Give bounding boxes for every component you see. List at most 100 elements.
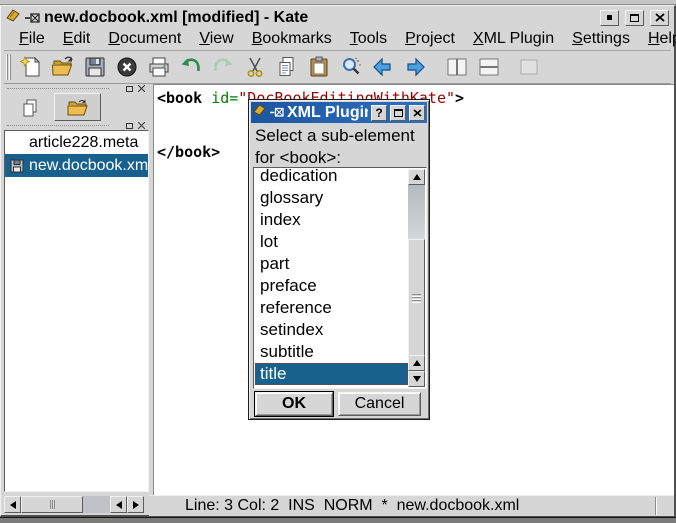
dock-close-button[interactable] xyxy=(137,121,146,130)
menu-item-document[interactable]: Document xyxy=(99,28,190,50)
dialog-titlebar[interactable]: XML Plugin ? xyxy=(251,102,427,123)
new-document-button[interactable] xyxy=(16,53,46,81)
element-list-item[interactable]: title xyxy=(255,363,408,385)
menu-item-edit[interactable]: Edit xyxy=(54,28,100,50)
sidebar: article228.metanew.docbook.xml xyxy=(4,84,149,514)
status-resize-seam[interactable] xyxy=(655,497,657,515)
code-token: > xyxy=(455,89,464,107)
close-button[interactable] xyxy=(650,10,669,26)
dock-header-top[interactable] xyxy=(4,84,149,93)
element-list-item[interactable]: subtitle xyxy=(255,341,408,363)
file-list-item[interactable]: new.docbook.xml xyxy=(5,154,148,177)
open-file-button[interactable] xyxy=(48,53,78,81)
maximize-icon xyxy=(630,14,639,22)
arrow-up-icon xyxy=(413,360,421,366)
toolbar xyxy=(4,51,671,84)
split-vertical-button[interactable] xyxy=(442,53,472,81)
kate-app-icon xyxy=(6,8,21,28)
close-split-button[interactable] xyxy=(514,53,544,81)
element-list-item[interactable]: dedication xyxy=(255,169,408,187)
menu-item-project[interactable]: Project xyxy=(396,28,464,50)
file-list-item[interactable]: article228.meta xyxy=(5,131,148,154)
arrow-up-icon xyxy=(413,174,421,180)
maximize-button[interactable] xyxy=(625,10,644,26)
sidebar-tab-documents[interactable] xyxy=(8,95,52,121)
sidebar-tab-filesystem[interactable] xyxy=(54,93,101,121)
scrollbar-thumb[interactable] xyxy=(408,239,425,356)
undo-icon xyxy=(179,55,203,79)
copy-icon xyxy=(275,55,299,79)
scrollbar-thumb[interactable] xyxy=(21,496,83,513)
scrollbar-track[interactable] xyxy=(83,496,110,513)
back-button[interactable] xyxy=(368,53,398,81)
scroll-left-button-2[interactable] xyxy=(110,496,127,513)
menu-item-xml-plugin[interactable]: XML Plugin xyxy=(464,28,563,50)
element-list-item[interactable]: reference xyxy=(255,297,408,319)
close-document-button[interactable] xyxy=(112,53,142,81)
cut-button[interactable] xyxy=(240,53,270,81)
cut-icon xyxy=(243,55,267,79)
redo-button[interactable] xyxy=(208,53,238,81)
element-list-item[interactable]: preface xyxy=(255,275,408,297)
dialog-maximize-button[interactable] xyxy=(390,105,406,121)
dock-header-list[interactable] xyxy=(4,121,149,130)
dock-handle[interactable] xyxy=(7,125,109,126)
code-token: id= xyxy=(211,89,238,107)
print-button[interactable] xyxy=(144,53,174,81)
scroll-up-button[interactable] xyxy=(408,169,425,185)
forward-icon xyxy=(403,55,427,79)
menu-item-view[interactable]: View xyxy=(190,28,242,50)
cancel-button[interactable]: Cancel xyxy=(338,392,421,416)
menu-item-file[interactable]: File xyxy=(10,28,54,50)
split-horizontal-button[interactable] xyxy=(474,53,504,81)
sidebar-horizontal-scrollbar[interactable] xyxy=(4,496,149,513)
list-vertical-scrollbar[interactable] xyxy=(408,169,425,387)
file-list[interactable]: article228.metanew.docbook.xml xyxy=(4,130,149,492)
dock-close-button[interactable] xyxy=(137,84,146,93)
undo-button[interactable] xyxy=(176,53,206,81)
pin-icon[interactable] xyxy=(270,107,284,118)
close-icon xyxy=(138,85,145,92)
paste-button[interactable] xyxy=(304,53,334,81)
dock-float-button[interactable] xyxy=(125,84,134,93)
xml-plugin-dialog: XML Plugin ? Select a sub-element for <b… xyxy=(248,99,430,420)
scroll-down-button[interactable] xyxy=(408,371,425,387)
window-title: new.docbook.xml [modified] - Kate xyxy=(44,9,594,27)
menu-item-tools[interactable]: Tools xyxy=(341,28,396,50)
scroll-up-button-2[interactable] xyxy=(408,355,425,371)
ok-button[interactable]: OK xyxy=(255,392,333,416)
close-icon xyxy=(138,122,145,129)
scroll-right-button[interactable] xyxy=(127,496,144,513)
arrow-right-icon xyxy=(133,501,139,509)
save-button[interactable] xyxy=(80,53,110,81)
arrow-left-icon xyxy=(116,501,122,509)
find-icon xyxy=(339,55,363,79)
modified-floppy-icon xyxy=(10,159,24,173)
minimize-button[interactable] xyxy=(600,10,619,26)
status-text: Line: 3 Col: 2 INS NORM * new.docbook.xm… xyxy=(149,497,519,515)
forward-button[interactable] xyxy=(400,53,430,81)
menu-item-bookmarks[interactable]: Bookmarks xyxy=(243,28,341,50)
element-list-item[interactable]: lot xyxy=(255,231,408,253)
copy-button[interactable] xyxy=(272,53,302,81)
element-list-item[interactable]: index xyxy=(255,209,408,231)
menu-item-help[interactable]: Help xyxy=(639,28,676,50)
element-list-item[interactable]: setindex xyxy=(255,319,408,341)
dock-float-button[interactable] xyxy=(125,121,134,130)
element-list[interactable]: dedicationglossaryindexlotpartprefaceref… xyxy=(255,169,408,387)
window-titlebar[interactable]: new.docbook.xml [modified] - Kate xyxy=(4,8,671,27)
dock-handle[interactable] xyxy=(7,88,109,89)
element-list-item[interactable]: part xyxy=(255,253,408,275)
dialog-help-button[interactable]: ? xyxy=(371,105,387,121)
find-button[interactable] xyxy=(336,53,366,81)
menu-item-settings[interactable]: Settings xyxy=(563,28,639,50)
documents-icon xyxy=(20,98,40,118)
pin-icon[interactable] xyxy=(25,12,40,24)
scrollbar-track[interactable] xyxy=(408,185,425,239)
dialog-close-button[interactable] xyxy=(409,105,425,121)
maximize-icon xyxy=(394,109,403,117)
scroll-left-button[interactable] xyxy=(4,496,21,513)
sidebar-tabbar xyxy=(4,93,149,121)
element-list-item[interactable]: glossary xyxy=(255,187,408,209)
toolbar-handle[interactable] xyxy=(6,54,12,80)
